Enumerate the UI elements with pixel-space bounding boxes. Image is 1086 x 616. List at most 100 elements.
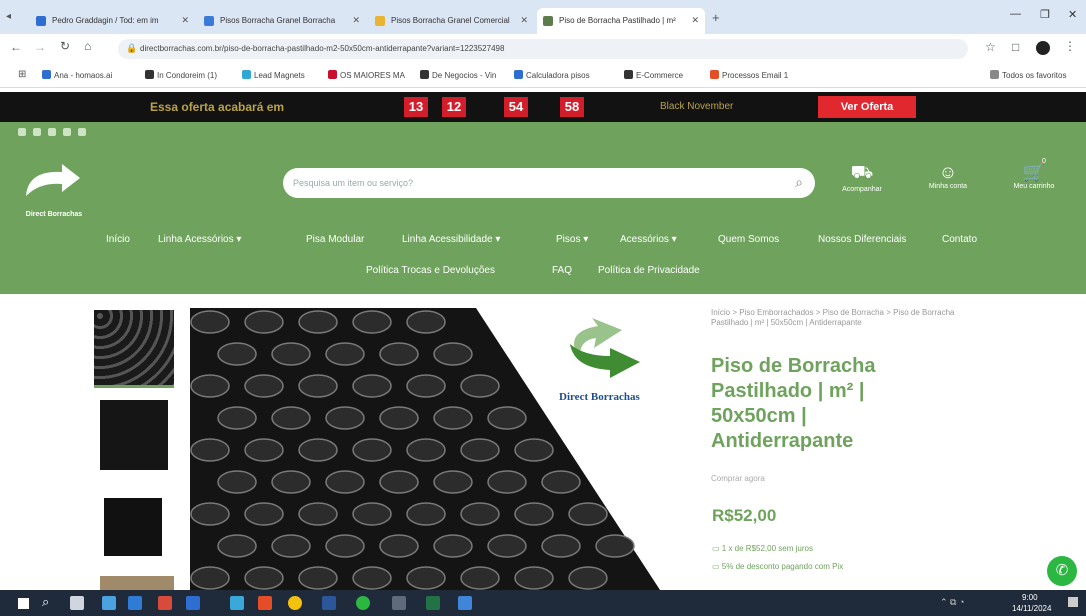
floor-stud bbox=[190, 502, 230, 526]
nav-item[interactable]: Pisos ▾ bbox=[556, 234, 588, 245]
bookmark-item[interactable]: Ana - homaos.ai bbox=[42, 70, 112, 80]
bookmark-item[interactable]: E-Commerce bbox=[624, 70, 683, 80]
social-icon[interactable] bbox=[18, 128, 26, 136]
social-icon[interactable] bbox=[48, 128, 56, 136]
bookmark-item[interactable]: Todos os favoritos bbox=[990, 70, 1066, 80]
close-icon[interactable]: ✕ bbox=[352, 15, 360, 26]
nav-item[interactable]: Linha Acessórios ▾ bbox=[158, 234, 241, 245]
product-thumbnail[interactable] bbox=[94, 310, 174, 388]
product-thumbnail[interactable] bbox=[100, 400, 168, 470]
home-icon[interactable]: ⌂ bbox=[84, 39, 91, 53]
nav-item[interactable]: Quem Somos bbox=[718, 234, 779, 245]
whatsapp-button[interactable]: ✆ bbox=[1047, 556, 1077, 586]
nav-item[interactable]: Pisa Modular bbox=[306, 234, 364, 245]
new-tab-button[interactable]: + bbox=[712, 10, 720, 25]
cart-count-badge: 0 bbox=[1042, 158, 1046, 165]
bookmark-item[interactable]: Calculadora pisos bbox=[514, 70, 590, 80]
close-icon[interactable]: ✕ bbox=[181, 15, 189, 26]
nav-item[interactable]: Acessórios ▾ bbox=[620, 234, 677, 245]
timer-box: 13 bbox=[404, 97, 428, 117]
reload-icon[interactable]: ↻ bbox=[60, 39, 70, 53]
product-main-image[interactable]: Direct Borrachas bbox=[190, 308, 710, 590]
bookmark-item[interactable]: Processos Email 1 bbox=[710, 70, 788, 80]
product-thumbnail[interactable] bbox=[104, 498, 162, 556]
windows-start-icon[interactable] bbox=[18, 598, 29, 609]
ver-oferta-button[interactable]: Ver Oferta bbox=[818, 96, 916, 118]
floor-stud bbox=[244, 502, 284, 526]
browser-tab[interactable]: Pisos Borracha Granel Borracha ✕ bbox=[198, 8, 366, 34]
bookmark-item[interactable]: OS MAIORES MA bbox=[328, 70, 405, 80]
app-icon[interactable] bbox=[356, 596, 370, 610]
app-icon[interactable] bbox=[128, 596, 142, 610]
chrome-icon[interactable] bbox=[288, 596, 302, 610]
site-logo[interactable]: Direct Borrachas bbox=[18, 158, 90, 218]
app-icon[interactable] bbox=[322, 596, 336, 610]
nav-item[interactable]: Nossos Diferenciais bbox=[818, 234, 906, 245]
app-icon[interactable] bbox=[392, 596, 406, 610]
nav-item[interactable]: FAQ bbox=[552, 265, 572, 276]
account-link[interactable]: ☺ Minha conta bbox=[918, 162, 978, 190]
bookmark-item[interactable]: In Condoreim (1) bbox=[145, 70, 217, 80]
nav-item[interactable]: Início bbox=[106, 234, 130, 245]
extensions-icon[interactable]: □ bbox=[1012, 40, 1019, 54]
app-icon[interactable] bbox=[186, 596, 200, 610]
social-icon[interactable] bbox=[78, 128, 86, 136]
floor-stud bbox=[217, 406, 257, 430]
clock-date[interactable]: 14/11/2024 bbox=[1012, 604, 1051, 613]
clock-time[interactable]: 9:00 bbox=[1022, 593, 1038, 602]
back-icon[interactable]: ◂ bbox=[6, 11, 11, 22]
track-order-link[interactable]: ⛟ Acompanhar bbox=[832, 162, 892, 193]
bookmark-item[interactable]: Lead Magnets bbox=[242, 70, 305, 80]
close-icon[interactable]: ✕ bbox=[520, 15, 528, 26]
notification-icon[interactable] bbox=[1068, 597, 1078, 607]
app-icon[interactable] bbox=[258, 596, 272, 610]
task-view-icon[interactable] bbox=[70, 596, 84, 610]
back-icon[interactable]: ← bbox=[10, 40, 22, 54]
search-icon[interactable]: ⌕ bbox=[795, 174, 803, 191]
floor-stud bbox=[271, 534, 311, 558]
maximize-icon[interactable]: ❐ bbox=[1040, 8, 1050, 21]
floor-stud bbox=[460, 374, 500, 398]
minimize-icon[interactable]: — bbox=[1010, 8, 1021, 20]
floor-stud bbox=[244, 438, 284, 462]
nav-item[interactable]: Linha Acessibilidade ▾ bbox=[402, 234, 500, 245]
brand-logo-text: Direct Borrachas bbox=[559, 391, 640, 403]
product-price: R$52,00 bbox=[712, 506, 777, 525]
close-window-icon[interactable]: ✕ bbox=[1068, 8, 1077, 21]
search-input[interactable]: Pesquisa um item ou serviço? ⌕ bbox=[283, 168, 815, 198]
system-tray[interactable]: ⌃ ⧉ ◔ bbox=[940, 597, 964, 608]
app-icon[interactable] bbox=[426, 596, 440, 610]
app-icon[interactable] bbox=[458, 596, 472, 610]
floor-stud bbox=[379, 342, 419, 366]
product-thumbnail[interactable] bbox=[100, 576, 174, 590]
app-icon[interactable] bbox=[230, 596, 244, 610]
forward-icon[interactable]: → bbox=[34, 40, 46, 54]
floor-stud bbox=[217, 470, 257, 494]
nav-item[interactable]: Política de Privacidade bbox=[598, 265, 700, 276]
nav-item[interactable]: Política Trocas e Devoluções bbox=[366, 265, 495, 276]
close-icon[interactable]: ✕ bbox=[691, 15, 699, 26]
nav-item[interactable]: Contato bbox=[942, 234, 977, 245]
social-icon[interactable] bbox=[33, 128, 41, 136]
whatsapp-icon: ✆ bbox=[1055, 562, 1069, 579]
star-icon[interactable]: ☆ bbox=[985, 40, 996, 54]
app-icon[interactable] bbox=[102, 596, 116, 610]
url-field[interactable]: 🔒 directborrachas.com.br/piso-de-borrach… bbox=[118, 39, 968, 59]
browser-tab[interactable]: Pisos Borracha Granel Comercial ✕ bbox=[369, 8, 534, 34]
floor-stud bbox=[298, 438, 338, 462]
app-icon[interactable] bbox=[158, 596, 172, 610]
browser-tab-active[interactable]: Piso de Borracha Pastilhado | m² ✕ bbox=[537, 8, 705, 34]
cart-icon: 🛒 bbox=[1022, 162, 1046, 182]
breadcrumb[interactable]: Início > Piso Emborrachados > Piso de Bo… bbox=[711, 308, 981, 328]
cart-link[interactable]: 🛒 Meu carrinho 0 bbox=[1004, 158, 1064, 190]
user-icon: ☺ bbox=[938, 162, 958, 182]
floor-stud bbox=[406, 502, 446, 526]
menu-icon[interactable]: ⋮ bbox=[1064, 39, 1076, 53]
bookmark-item[interactable]: De Negocios - Vin bbox=[420, 70, 496, 80]
search-icon[interactable]: ⌕ bbox=[42, 594, 49, 610]
floor-stud bbox=[352, 310, 392, 334]
browser-tab[interactable]: Pedro Graddagin / Tod: em im ✕ bbox=[30, 8, 195, 34]
profile-avatar[interactable] bbox=[1036, 41, 1050, 55]
apps-icon[interactable]: ⊞ bbox=[18, 69, 26, 80]
social-icon[interactable] bbox=[63, 128, 71, 136]
